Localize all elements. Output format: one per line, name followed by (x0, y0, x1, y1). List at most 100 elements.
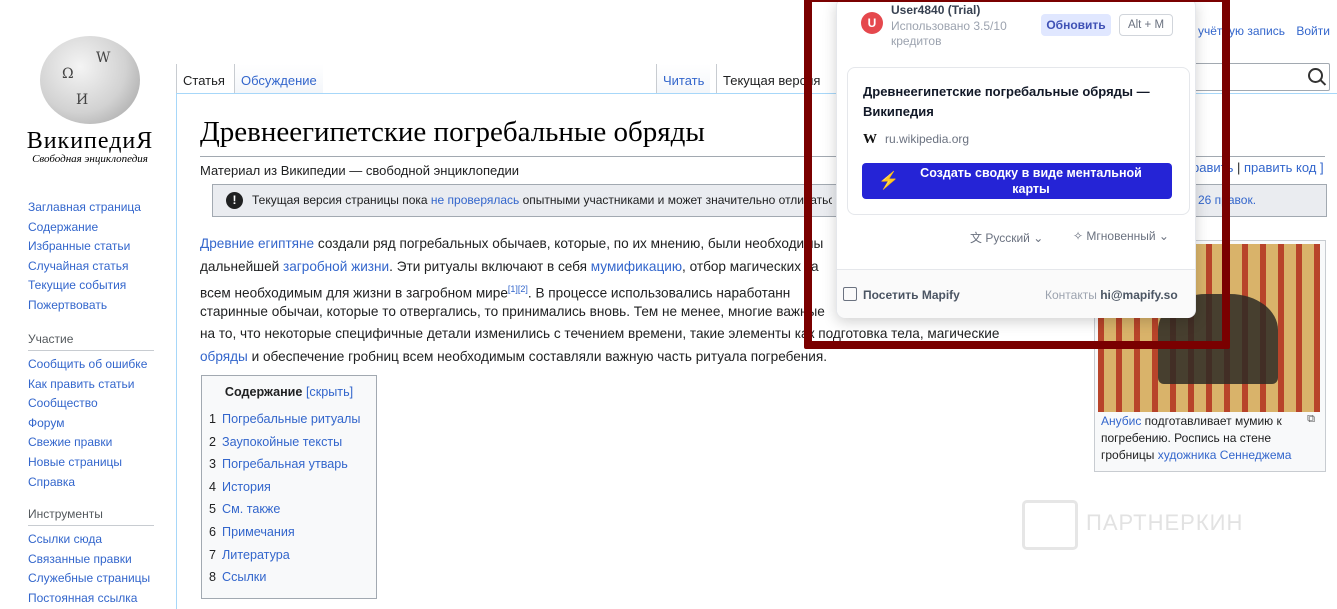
sidebar-tools: Инструменты Ссылки сюда Связанные правки Сл… (28, 503, 168, 608)
text: и обеспечение гробниц всем необходимым с… (247, 349, 828, 364)
mode-value: Мгновенный (1086, 229, 1156, 243)
info-icon: ! (226, 192, 243, 209)
contact-email-link[interactable]: hi@mapify.so (1100, 288, 1178, 302)
sidebar-item[interactable]: Служебные страницы (28, 569, 168, 589)
toc-item[interactable]: 8 Ссылки (209, 566, 376, 589)
text: создали ряд погребальных обычаев, которы… (314, 236, 824, 251)
sidebar-item[interactable]: Форум (28, 414, 168, 434)
upgrade-button[interactable]: Обновить (1041, 14, 1111, 36)
wikipedia-icon: W (863, 132, 877, 147)
toc-number: 5 (209, 502, 217, 517)
link-sennedjem[interactable]: художника Сеннеджема (1158, 448, 1292, 462)
sidebar-item[interactable]: Новые страницы (28, 453, 168, 473)
text: всем необходимым для жизни в загробном м… (200, 285, 508, 301)
watermark-text: ПАРТНЕРКИН (1086, 510, 1244, 535)
link-rituals[interactable]: обряды (200, 349, 248, 364)
toc-title: Содержание (224, 385, 303, 399)
toc-hide-link[interactable]: [скрыть] (306, 385, 353, 399)
edit-source-link[interactable]: править код ] (1244, 160, 1324, 175)
sidebar-item[interactable]: Пожертвовать (28, 296, 168, 316)
sidebar-item[interactable]: Ссылки сюда (28, 530, 168, 550)
edit-link[interactable]: равить (1192, 160, 1233, 175)
link-mummification[interactable]: мумификацию (591, 259, 682, 274)
visit-mapify-link[interactable]: Посетить Mapify (843, 287, 960, 302)
popup-footer: Посетить Mapify Контакты hi@mapify.so (837, 269, 1195, 318)
logo-tagline: Свободная энциклопедия (32, 153, 148, 165)
sidebar-item[interactable]: Избранные статьи (28, 237, 168, 257)
notice-suffix: опытными участниками и может значительно… (519, 193, 832, 207)
watermark-logo-icon (1022, 500, 1078, 550)
toc-link[interactable]: Примечания (222, 525, 295, 539)
contacts-label: Контакты (1045, 288, 1097, 302)
shortcut-badge: Alt + M (1119, 14, 1173, 36)
toc-item[interactable]: 1 Погребальные ритуалы (209, 408, 376, 431)
toc-item[interactable]: 7 Литература (209, 544, 376, 567)
revisions-link[interactable]: 26 правок. (1198, 185, 1256, 216)
create-mindmap-label: Создать сводку в виде ментальной карты (920, 166, 1142, 196)
toc-list: 1 Погребальные ритуалы 2 Заупокойные тексты… (202, 408, 376, 589)
link-ancient-egyptians[interactable]: Древние египтяне (200, 236, 314, 251)
wikipedia-logo[interactable]: ΩWИ ВикипедиЯ Свободная энциклопедия (20, 30, 160, 165)
source-domain: ru.wikipedia.org (885, 132, 970, 146)
toc-item[interactable]: 4 История (209, 476, 376, 499)
paragraph-line: дальнейшей загробной жизни. Эти ритуалы … (200, 256, 819, 279)
toc-item[interactable]: 2 Заупокойные тексты (209, 431, 376, 454)
language-value: Русский (985, 231, 1030, 245)
toc-link[interactable]: История (222, 480, 271, 494)
toc-link[interactable]: См. также (222, 502, 280, 516)
link-anubis[interactable]: Анубис (1101, 414, 1141, 428)
sidebar-item[interactable]: Сообщество (28, 394, 168, 414)
toc-link[interactable]: Ссылки (222, 570, 266, 584)
tab-read[interactable]: Читать (656, 64, 711, 94)
tab-current-version[interactable]: Текущая версия (716, 64, 827, 94)
toc-link[interactable]: Заупокойные тексты (222, 435, 342, 449)
sidebar-item[interactable]: Связанные правки (28, 550, 168, 570)
notice-prefix: Текущая версия страницы пока (252, 193, 431, 207)
chevron-down-icon: ⌄ (1033, 231, 1044, 245)
toc-item[interactable]: 6 Примечания (209, 521, 376, 544)
sidebar-item[interactable]: Текущие события (28, 276, 168, 296)
paragraph-line: обряды и обеспечение гробниц всем необхо… (200, 346, 827, 369)
sidebar-item[interactable]: Постоянная ссылка (28, 589, 168, 609)
tab-discussion[interactable]: Обсуждение (234, 64, 323, 94)
toc-number: 2 (209, 434, 217, 449)
sparkle-icon: ✧ (1073, 229, 1084, 243)
link-afterlife[interactable]: загробной жизни (283, 259, 389, 274)
toc-number: 3 (209, 457, 217, 472)
sidebar-item[interactable]: Как править статьи (28, 375, 168, 395)
toc-number: 1 (209, 412, 217, 426)
participation-header: Участие (28, 328, 154, 351)
mode-select[interactable]: ✧ Мгновенный ⌄ (1073, 229, 1169, 243)
sidebar-item[interactable]: Случайная статья (28, 257, 168, 277)
language-select[interactable]: 文 Русский ⌄ (970, 229, 1043, 246)
home-icon (843, 287, 857, 301)
not-reviewed-link[interactable]: не проверялась (431, 193, 519, 207)
edit-separator: | (1236, 160, 1241, 175)
login-link[interactable]: Войти (1296, 24, 1330, 38)
toc-link[interactable]: Литература (222, 548, 290, 562)
paragraph-line: Древние египтяне создали ряд погребальны… (200, 233, 823, 256)
avatar[interactable]: U (861, 12, 883, 34)
paragraph-line: на то, что некоторые специфичные детали … (200, 326, 1000, 341)
sidebar-item[interactable]: Содержание (28, 218, 168, 238)
logo-wordmark: ВикипедиЯ (26, 128, 154, 154)
create-mindmap-button[interactable]: ⚡ Создать сводку в виде ментальной карты (862, 163, 1172, 199)
sidebar-item[interactable]: Заглавная страница (28, 198, 168, 218)
edit-links: равить | править код ] (1192, 160, 1324, 175)
toc-number: 6 (209, 524, 217, 539)
sidebar-item[interactable]: Справка (28, 473, 168, 493)
tab-article[interactable]: Статья (176, 64, 231, 94)
toc-item[interactable]: 3 Погребальная утварь (209, 453, 376, 476)
create-account-link[interactable]: учётную запись (1198, 24, 1285, 38)
toc-link[interactable]: Погребальная утварь (222, 457, 348, 471)
table-of-contents: Содержание [скрыть] 1 Погребальные ритуал… (201, 375, 377, 599)
reference-link[interactable]: [1][2] (508, 284, 528, 294)
toc-number: 8 (209, 570, 217, 585)
toc-link[interactable]: Погребальные ритуалы (222, 412, 360, 426)
sidebar-item[interactable]: Свежие правки (28, 433, 168, 453)
site-subtitle: Материал из Википедии — свободной энцикл… (200, 163, 520, 178)
search-icon[interactable] (1308, 68, 1323, 83)
enlarge-icon[interactable]: ⧉ (1307, 413, 1315, 426)
sidebar-item[interactable]: Сообщить об ошибке (28, 355, 168, 375)
toc-item[interactable]: 5 См. также (209, 498, 376, 521)
